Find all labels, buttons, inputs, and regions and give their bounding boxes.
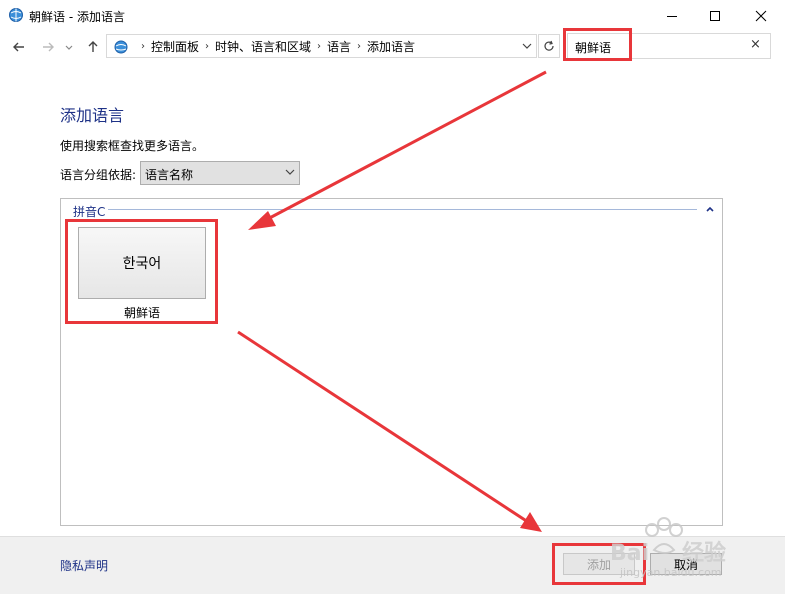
group-by-selected-value: 语言名称 [145,168,194,182]
collapse-group-button[interactable] [704,203,716,215]
close-icon [755,10,767,21]
arrow-up-icon [88,41,98,52]
maximize-icon [710,10,720,21]
recent-locations-button[interactable] [62,36,76,58]
address-dropdown-button[interactable] [521,40,533,52]
breadcrumb-item-language[interactable]: 语言 [327,38,351,55]
refresh-icon [544,40,554,51]
group-header-divider [108,209,697,210]
breadcrumb-item-clock-language-region[interactable]: 时钟、语言和区域 [215,38,311,55]
minimize-button[interactable] [649,0,695,31]
annotation-box-search [563,28,632,61]
clear-search-icon[interactable]: × [750,37,764,53]
breadcrumb-item-add-language[interactable]: 添加语言 [367,38,415,55]
back-button[interactable] [9,36,29,58]
privacy-statement-link[interactable]: 隐私声明 [60,557,108,574]
up-button[interactable] [83,36,103,58]
group-header-title: 拼音C [73,205,106,219]
maximize-button[interactable] [692,0,738,31]
breadcrumb-separator-icon: › [357,41,362,52]
forward-button[interactable] [38,36,58,58]
annotation-box-language-tile [65,219,218,324]
minimize-icon [667,15,677,17]
close-button[interactable] [738,0,784,31]
arrow-left-icon [13,42,24,52]
svg-text:Bai: Bai [610,541,649,566]
arrow-right-icon [43,42,54,52]
chevron-down-icon [522,43,532,49]
svg-text:jingyan.baidu.com: jingyan.baidu.com [619,566,722,579]
baidu-watermark-logo: Bai 经验 jingyan.baidu.com [600,510,750,580]
page-title: 添加语言 [60,106,125,125]
breadcrumb-item-control-panel[interactable]: 控制面板 [151,38,199,55]
search-hint-text: 使用搜索框查找更多语言。 [60,139,205,153]
chevron-down-icon [284,165,296,179]
breadcrumb-separator-icon: › [205,41,210,52]
svg-text:经验: 经验 [682,540,726,566]
refresh-button[interactable] [538,34,560,58]
control-panel-icon [114,40,128,53]
breadcrumb-separator-icon: › [317,41,322,52]
breadcrumb-separator-icon: › [141,41,145,52]
globe-app-icon [8,7,24,23]
chevron-down-icon [65,45,73,50]
window-title: 朝鲜语 - 添加语言 [29,10,125,24]
breadcrumb: › 控制面板 › 时钟、语言和区域 › 语言 › 添加语言 [113,38,415,55]
chevron-up-icon [706,206,714,212]
group-by-label: 语言分组依据: [60,168,137,182]
